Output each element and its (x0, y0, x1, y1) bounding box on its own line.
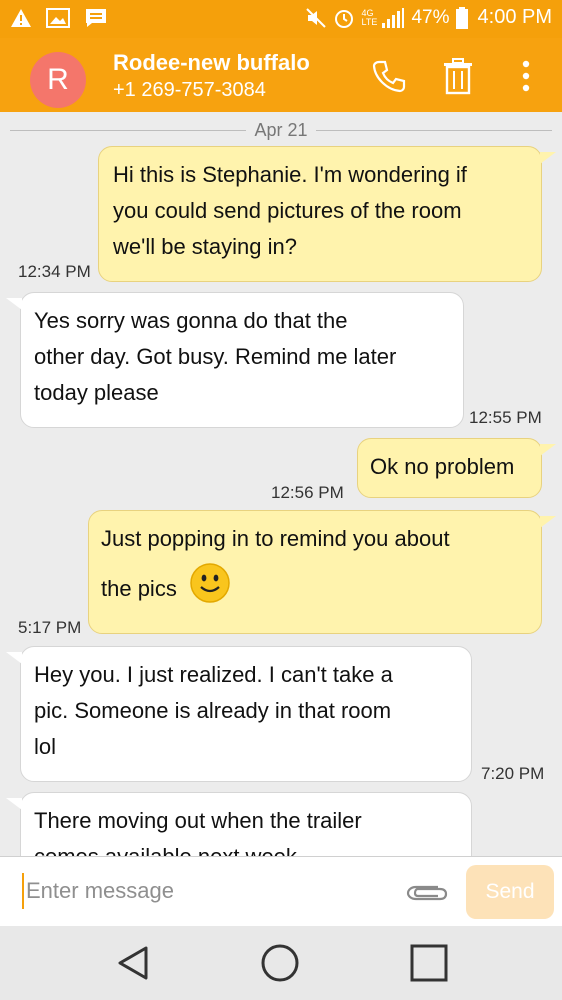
message-line: pic. Someone is already in that room (34, 698, 392, 723)
message-list[interactable]: Apr 21 Hi this is Stephanie. I'm wonderi… (0, 112, 562, 856)
phone-icon[interactable] (369, 56, 409, 96)
battery-icon (455, 6, 468, 29)
message-line: Just popping in to remind you about (101, 526, 450, 551)
bubble-tail (540, 444, 556, 456)
send-button[interactable]: Send (466, 865, 554, 919)
message-line: lol (34, 734, 57, 759)
message-input[interactable] (22, 873, 398, 909)
message-bubble-outgoing[interactable]: Ok no problem (357, 438, 542, 498)
message-bubble-incoming[interactable]: There moving out when the trailer comes … (20, 792, 472, 856)
more-icon[interactable] (506, 56, 546, 96)
contact-number: +1 269-757-3084 (113, 79, 266, 101)
clock: 4:00 PM (477, 6, 552, 28)
network-label: 4G LTE (361, 7, 378, 27)
message-bubble-incoming[interactable]: Hey you. I just realized. I can't take a… (20, 646, 472, 782)
trash-icon[interactable] (438, 56, 478, 96)
message-time: 12:55 PM (469, 408, 542, 427)
alarm-icon (335, 9, 354, 28)
home-icon[interactable] (260, 943, 300, 983)
message-line: the pics (101, 576, 177, 601)
message-bubble-outgoing[interactable]: Hi this is Stephanie. I'm wondering if y… (98, 146, 542, 282)
message-line: Hey you. I just realized. I can't take a (34, 662, 393, 687)
message-time: 12:56 PM (271, 483, 344, 502)
status-bar: 4G LTE 47% 4:00 PM (0, 0, 562, 38)
battery-percent: 47% (411, 6, 450, 28)
message-time: 7:20 PM (481, 764, 545, 783)
message-time: 12:34 PM (18, 262, 91, 281)
paperclip-icon[interactable] (402, 877, 448, 907)
date-separator: Apr 21 (10, 120, 552, 140)
bubble-tail (6, 798, 22, 810)
avatar[interactable]: R (30, 52, 86, 108)
bubble-tail (540, 516, 556, 528)
date-label: Apr 21 (246, 120, 316, 140)
message-time: 5:17 PM (18, 618, 82, 637)
back-icon[interactable] (113, 943, 153, 983)
bubble-tail (6, 652, 22, 664)
warning-icon (11, 9, 31, 27)
message-line: you could send pictures of the room (113, 198, 462, 223)
image-icon (46, 8, 70, 28)
bubble-tail (6, 298, 22, 310)
conversation-header: R Rodee-new buffalo +1 269-757-3084 (0, 38, 562, 112)
contact-name[interactable]: Rodee-new buffalo (113, 50, 310, 76)
message-bubble-incoming[interactable]: Yes sorry was gonna do that the other da… (20, 292, 464, 428)
navigation-bar (0, 926, 562, 1000)
message-bubble-outgoing[interactable]: Just popping in to remind you about the … (88, 510, 542, 634)
message-line: comes available next week (34, 839, 471, 856)
message-line: There moving out when the trailer (34, 808, 362, 833)
mute-icon (306, 7, 327, 28)
message-line: Hi this is Stephanie. I'm wondering if (113, 162, 467, 187)
message-icon (86, 9, 106, 27)
message-line: today please (34, 380, 159, 405)
message-line: other day. Got busy. Remind me later (34, 344, 397, 369)
compose-bar: Send (0, 856, 562, 927)
signal-icon (382, 7, 405, 28)
bubble-tail (540, 152, 556, 164)
smiley-icon (190, 563, 230, 603)
recents-icon[interactable] (409, 943, 449, 983)
message-line: we'll be staying in? (113, 234, 297, 259)
message-line: Yes sorry was gonna do that the (34, 308, 348, 333)
message-line: Ok no problem (370, 454, 515, 479)
